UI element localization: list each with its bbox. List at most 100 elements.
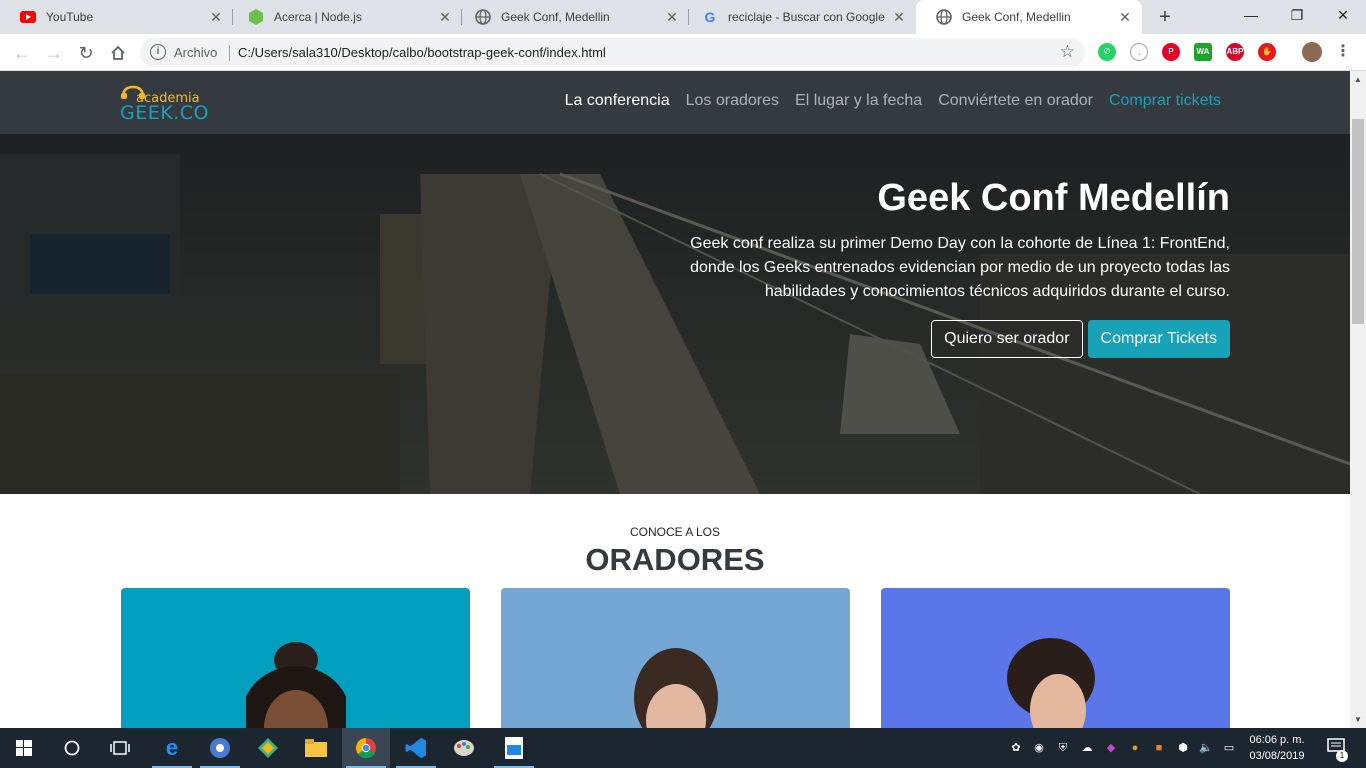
close-tab-icon[interactable]: ✕ (890, 9, 908, 26)
home-icon[interactable] (104, 39, 132, 67)
scroll-up-icon[interactable]: ▲ (1354, 75, 1362, 84)
logo-text-big: GEEK.CO (120, 102, 209, 124)
hero-description: Geek conf realiza su primer Demo Day con… (690, 235, 1230, 300)
tray-offline-icon[interactable]: ☁ (1079, 740, 1095, 756)
pinterest-icon[interactable]: P (1162, 43, 1180, 61)
hero-section: Geek Conf Medellín Geek conf realiza su … (0, 134, 1350, 494)
edge-icon[interactable]: e (148, 728, 196, 768)
taskbar-clock[interactable]: 06:06 p. m. 03/08/2019 (1242, 732, 1312, 764)
tray-vpn-icon[interactable]: ⬢ (1175, 740, 1191, 756)
tab-title: Geek Conf, Medellin (501, 10, 610, 24)
security-label: Archivo (174, 45, 218, 60)
tab-title: Geek Conf, Medellin (962, 10, 1071, 24)
nav-link-become-speaker[interactable]: Conviértete en orador (938, 92, 1093, 110)
speaker-photo (633, 648, 718, 728)
back-icon[interactable]: ← (8, 39, 36, 67)
address-bar[interactable]: i Archivo C:/Users/sala310/Desktop/calbo… (140, 38, 1085, 67)
section-kicker: CONOCE A LOS (629, 525, 721, 539)
tab-title: Acerca | Node.js (274, 10, 362, 24)
menu-kebab-icon[interactable]: ⋮ (1334, 43, 1352, 61)
tab-youtube[interactable]: YouTube ✕ (0, 0, 233, 34)
paint-icon[interactable] (440, 728, 488, 768)
network-icon[interactable]: ▭ (1221, 740, 1237, 756)
maximize-button[interactable]: ❐ (1274, 0, 1320, 30)
clock-time: 06:06 p. m. (1249, 734, 1305, 746)
browser-tabstrip: YouTube ✕ Acerca | Node.js ✕ Geek Conf, … (0, 0, 1366, 34)
nav-link-buy-tickets[interactable]: Comprar tickets (1109, 92, 1221, 110)
windows-taskbar: e ✿ ◉ ⛨ ☁ ◆ ● ■ ⬢ 🔈 ▭ 06:06 p. m. 03/08/… (0, 728, 1366, 768)
section-heading: ORADORES (585, 542, 765, 577)
close-window-button[interactable]: ✕ (1320, 0, 1366, 30)
tab-title: YouTube (46, 10, 94, 24)
tray-yellow-app-icon[interactable]: ● (1127, 740, 1143, 756)
nav-link-place-date[interactable]: El lugar y la fecha (795, 92, 922, 110)
cortana-search-icon[interactable] (48, 728, 96, 768)
tab-google-search[interactable]: G reciclaje - Buscar con Google ✕ (682, 0, 916, 34)
browser-toolbar: ← → ↻ i Archivo C:/Users/sala310/Desktop… (0, 34, 1366, 71)
volume-icon[interactable]: 🔈 (1198, 740, 1214, 756)
tab-title: reciclaje - Buscar con Google (728, 10, 885, 24)
site-logo[interactable]: academia GEEK.CO (120, 83, 208, 124)
chrome-icon[interactable] (342, 728, 390, 768)
speaker-card[interactable] (881, 588, 1230, 728)
speaker-photo (1006, 638, 1095, 728)
tray-defender-icon[interactable]: ⛨ (1055, 740, 1071, 756)
download-icon[interactable]: ↓ (1130, 43, 1148, 61)
tray-purple-app-icon[interactable]: ◆ (1103, 740, 1119, 756)
become-speaker-button[interactable]: Quiero ser orador (931, 320, 1083, 358)
buy-tickets-button[interactable]: Comprar Tickets (1087, 320, 1230, 358)
google-icon: G (704, 9, 716, 25)
adblock-icon[interactable]: ABP (1226, 43, 1244, 61)
vscode-icon[interactable] (392, 728, 440, 768)
nodejs-icon (248, 9, 264, 25)
globe-icon (936, 9, 952, 25)
action-center-icon[interactable]: 1 (1326, 738, 1348, 762)
chromium-icon[interactable] (196, 728, 244, 768)
close-tab-icon[interactable]: ✕ (207, 9, 225, 26)
minimize-button[interactable]: — (1228, 0, 1274, 30)
windows-start-icon[interactable] (0, 728, 48, 768)
clock-date: 03/08/2019 (1249, 750, 1305, 762)
reload-icon[interactable]: ↻ (72, 39, 100, 67)
page-scrollbar[interactable]: ▲ ▼ (1350, 71, 1366, 728)
wa-icon[interactable]: WA (1194, 43, 1212, 61)
nav-link-speakers[interactable]: Los oradores (686, 92, 779, 110)
tab-geekconf-active[interactable]: Geek Conf, Medellin ✕ (916, 0, 1142, 34)
forward-icon[interactable]: → (40, 39, 68, 67)
tray-app-icon[interactable]: ◉ (1031, 740, 1047, 756)
tab-nodejs[interactable]: Acerca | Node.js ✕ (228, 0, 462, 34)
hero-buttons: Quiero ser orador Comprar Tickets (670, 320, 1230, 358)
site-nav-links: La conferencia Los oradores El lugar y l… (565, 92, 1221, 110)
site-navbar: academia GEEK.CO La conferencia Los orad… (0, 71, 1350, 134)
bookmark-star-icon[interactable]: ☆ (1060, 42, 1075, 62)
close-tab-icon[interactable]: ✕ (663, 9, 681, 26)
speaker-card[interactable] (121, 588, 470, 728)
hero-title: Geek Conf Medellín (877, 177, 1230, 219)
speakers-section: CONOCE A LOS ORADORES (0, 494, 1350, 728)
close-tab-icon[interactable]: ✕ (436, 9, 454, 26)
speaker-photo (245, 642, 346, 728)
tray-network-app-icon[interactable]: ✿ (1008, 740, 1024, 756)
url-text[interactable]: C:/Users/sala310/Desktop/calbo/bootstrap… (238, 45, 606, 60)
photos-icon[interactable] (490, 728, 538, 768)
nav-link-conference[interactable]: La conferencia (565, 92, 670, 110)
whatsapp-icon[interactable]: ✆ (1098, 43, 1116, 61)
tab-geekconf[interactable]: Geek Conf, Medellin ✕ (455, 0, 689, 34)
speaker-card[interactable] (501, 588, 850, 728)
red-extension-icon[interactable]: ✋ (1258, 43, 1276, 61)
file-explorer-icon[interactable] (292, 728, 340, 768)
new-tab-button[interactable]: + (1152, 4, 1178, 30)
info-icon[interactable]: i (150, 44, 166, 60)
globe-icon (475, 9, 491, 25)
hero-content: Geek Conf Medellín Geek conf realiza su … (670, 172, 1230, 358)
tray-orange-app-icon[interactable]: ■ (1151, 740, 1167, 756)
profile-avatar[interactable] (1302, 42, 1322, 62)
close-tab-icon[interactable]: ✕ (1116, 9, 1134, 26)
git-tool-icon[interactable] (244, 728, 292, 768)
youtube-icon (20, 9, 36, 25)
scrollbar-thumb[interactable] (1352, 119, 1364, 324)
scroll-down-icon[interactable]: ▼ (1354, 715, 1362, 724)
page-viewport: academia GEEK.CO La conferencia Los orad… (0, 71, 1350, 728)
notification-badge: 1 (1336, 750, 1348, 762)
task-view-icon[interactable] (96, 728, 144, 768)
